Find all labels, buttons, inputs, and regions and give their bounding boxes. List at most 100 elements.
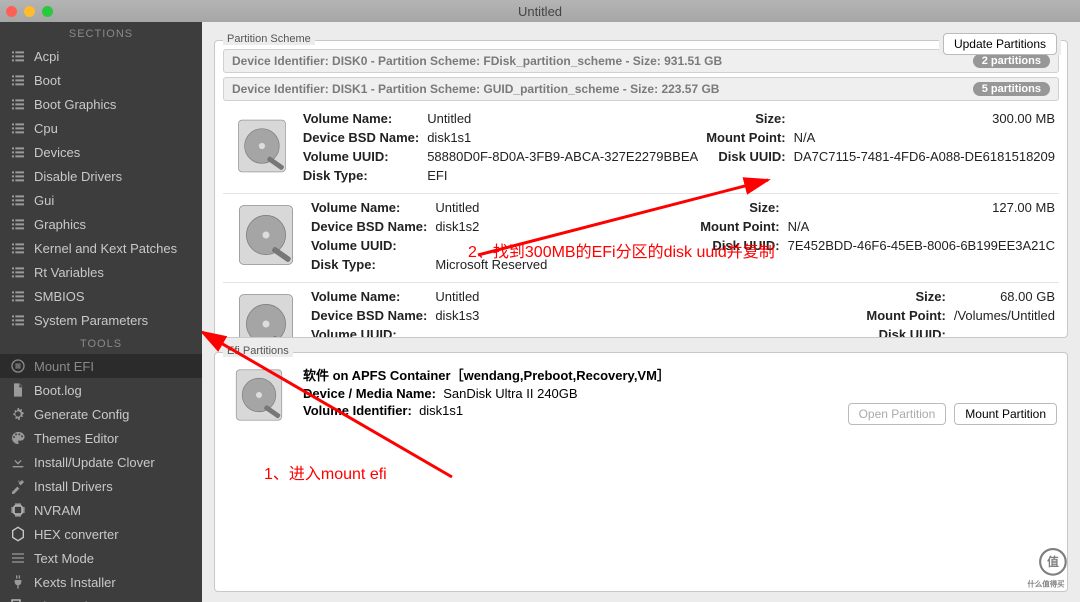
list-icon bbox=[10, 168, 26, 184]
chip-icon bbox=[10, 502, 26, 518]
sidebar-item-system-parameters[interactable]: System Parameters bbox=[0, 308, 202, 332]
sidebar-item-themes-editor[interactable]: Themes Editor bbox=[0, 426, 202, 450]
update-partitions-button[interactable]: Update Partitions bbox=[943, 33, 1057, 55]
sidebar-item-nvram[interactable]: NVRAM bbox=[0, 498, 202, 522]
efi-media-value: SanDisk Ultra II 240GB bbox=[443, 386, 577, 401]
size-value: 127.00 MB bbox=[788, 200, 1055, 215]
sidebar-item-hex-converter[interactable]: HEX converter bbox=[0, 522, 202, 546]
efi-volid-label: Volume Identifier: bbox=[303, 403, 412, 418]
sidebar-item-text-mode[interactable]: Text Mode bbox=[0, 546, 202, 570]
bsd-label: Device BSD Name: bbox=[311, 308, 427, 323]
size-value: 300.00 MB bbox=[794, 111, 1055, 126]
lines-icon bbox=[10, 550, 26, 566]
sidebar-item-label: System Parameters bbox=[34, 313, 148, 328]
sidebar-item-smbios[interactable]: SMBIOS bbox=[0, 284, 202, 308]
partition-list-scroll[interactable]: Device Identifier: DISK0 - Partition Sch… bbox=[215, 41, 1067, 337]
open-partition-button[interactable]: Open Partition bbox=[848, 403, 947, 425]
size-label: Size: bbox=[706, 111, 785, 126]
sidebar-item-clover-cloner[interactable]: Clover Cloner bbox=[0, 594, 202, 602]
device-header[interactable]: Device Identifier: DISK1 - Partition Sch… bbox=[223, 77, 1059, 101]
disk-uuid-label: Disk UUID: bbox=[866, 327, 945, 337]
list-icon bbox=[10, 192, 26, 208]
partition-row[interactable]: Volume Name:UntitledSize:127.00 MBDevice… bbox=[223, 194, 1059, 283]
list-icon bbox=[10, 264, 26, 280]
list-icon bbox=[10, 312, 26, 328]
window-titlebar: Untitled bbox=[0, 0, 1080, 22]
drive-icon bbox=[231, 200, 301, 270]
mount-partition-button[interactable]: Mount Partition bbox=[954, 403, 1057, 425]
doc-icon bbox=[10, 382, 26, 398]
size-label: Size: bbox=[700, 200, 779, 215]
disk-type-label: Disk Type: bbox=[303, 168, 419, 183]
sidebar-item-mount-efi[interactable]: Mount EFI bbox=[0, 354, 202, 378]
disk-uuid-label: Disk UUID: bbox=[706, 149, 785, 164]
list-icon bbox=[10, 96, 26, 112]
hex-icon bbox=[10, 526, 26, 542]
wrench-icon bbox=[10, 478, 26, 494]
palette-icon bbox=[10, 430, 26, 446]
efi-media-label: Device / Media Name: bbox=[303, 386, 436, 401]
mount-point-label: Mount Point: bbox=[706, 130, 785, 145]
minimize-window-button[interactable] bbox=[24, 6, 35, 17]
sidebar-item-label: Cpu bbox=[34, 121, 58, 136]
vol-uuid-label: Volume UUID: bbox=[311, 238, 427, 253]
volume-name-value: Untitled bbox=[435, 289, 858, 304]
volume-name-label: Volume Name: bbox=[311, 289, 427, 304]
efi-entry-name: 软件 on APFS Container［wendang,Preboot,Rec… bbox=[303, 368, 670, 383]
sidebar-item-gui[interactable]: Gui bbox=[0, 188, 202, 212]
vol-uuid-label: Volume UUID: bbox=[303, 149, 419, 164]
volume-name-label: Volume Name: bbox=[303, 111, 419, 126]
volume-name-label: Volume Name: bbox=[311, 200, 427, 215]
sidebar-item-kernel-and-kext-patches[interactable]: Kernel and Kext Patches bbox=[0, 236, 202, 260]
sidebar-item-graphics[interactable]: Graphics bbox=[0, 212, 202, 236]
sections-header: SECTIONS bbox=[0, 22, 202, 44]
partition-row[interactable]: Volume Name:UntitledSize:300.00 MBDevice… bbox=[223, 105, 1059, 194]
disk-uuid-value bbox=[954, 327, 1055, 337]
sidebar-item-label: Boot Graphics bbox=[34, 97, 116, 112]
list-icon bbox=[10, 240, 26, 256]
list-icon bbox=[10, 72, 26, 88]
sidebar-item-acpi[interactable]: Acpi bbox=[0, 44, 202, 68]
sidebar-item-label: Themes Editor bbox=[34, 431, 119, 446]
device-identifier-text: Device Identifier: DISK1 - Partition Sch… bbox=[232, 82, 719, 96]
list-icon bbox=[10, 216, 26, 232]
bsd-label: Device BSD Name: bbox=[303, 130, 419, 145]
vol-uuid-value: 58880D0F-8D0A-3FB9-ABCA-327E2279BBEA bbox=[427, 149, 698, 164]
disk-uuid-label: Disk UUID: bbox=[700, 238, 779, 253]
sidebar-item-boot[interactable]: Boot bbox=[0, 68, 202, 92]
drive-icon bbox=[229, 365, 289, 425]
list-icon bbox=[10, 288, 26, 304]
sidebar-item-install-update-clover[interactable]: Install/Update Clover bbox=[0, 450, 202, 474]
device-header[interactable]: Device Identifier: DISK0 - Partition Sch… bbox=[223, 49, 1059, 73]
sidebar-item-cpu[interactable]: Cpu bbox=[0, 116, 202, 140]
disk-type-value: Microsoft Reserved bbox=[435, 257, 692, 272]
device-identifier-text: Device Identifier: DISK0 - Partition Sch… bbox=[232, 54, 722, 68]
sidebar-item-generate-config[interactable]: Generate Config bbox=[0, 402, 202, 426]
mount-point-value: /Volumes/Untitled bbox=[954, 308, 1055, 323]
list-icon bbox=[10, 48, 26, 64]
sidebar: SECTIONS AcpiBoot Boot Graphics Cpu Devices… bbox=[0, 22, 202, 602]
sidebar-item-boot-log[interactable]: Boot.log bbox=[0, 378, 202, 402]
partition-scheme-title: Partition Scheme bbox=[223, 33, 315, 45]
clone-icon bbox=[10, 598, 26, 602]
sidebar-item-label: Boot.log bbox=[34, 383, 82, 398]
sidebar-item-label: Gui bbox=[34, 193, 54, 208]
sidebar-item-devices[interactable]: Devices bbox=[0, 140, 202, 164]
size-label: Size: bbox=[866, 289, 945, 304]
sidebar-item-label: NVRAM bbox=[34, 503, 81, 518]
zoom-window-button[interactable] bbox=[42, 6, 53, 17]
sidebar-item-label: Graphics bbox=[34, 217, 86, 232]
efi-icon bbox=[10, 358, 26, 374]
partition-row[interactable]: Volume Name:UntitledSize:68.00 GBDevice … bbox=[223, 283, 1059, 337]
sidebar-item-label: Kernel and Kext Patches bbox=[34, 241, 177, 256]
close-window-button[interactable] bbox=[6, 6, 17, 17]
sidebar-item-label: Install Drivers bbox=[34, 479, 113, 494]
sidebar-item-label: Install/Update Clover bbox=[34, 455, 155, 470]
partitions-count-badge: 2 partitions bbox=[973, 54, 1050, 68]
sidebar-item-install-drivers[interactable]: Install Drivers bbox=[0, 474, 202, 498]
sidebar-item-boot-graphics[interactable]: Boot Graphics bbox=[0, 92, 202, 116]
sidebar-item-rt-variables[interactable]: Rt Variables bbox=[0, 260, 202, 284]
sidebar-item-kexts-installer[interactable]: Kexts Installer bbox=[0, 570, 202, 594]
bsd-value: disk1s2 bbox=[435, 219, 692, 234]
sidebar-item-disable-drivers[interactable]: Disable Drivers bbox=[0, 164, 202, 188]
